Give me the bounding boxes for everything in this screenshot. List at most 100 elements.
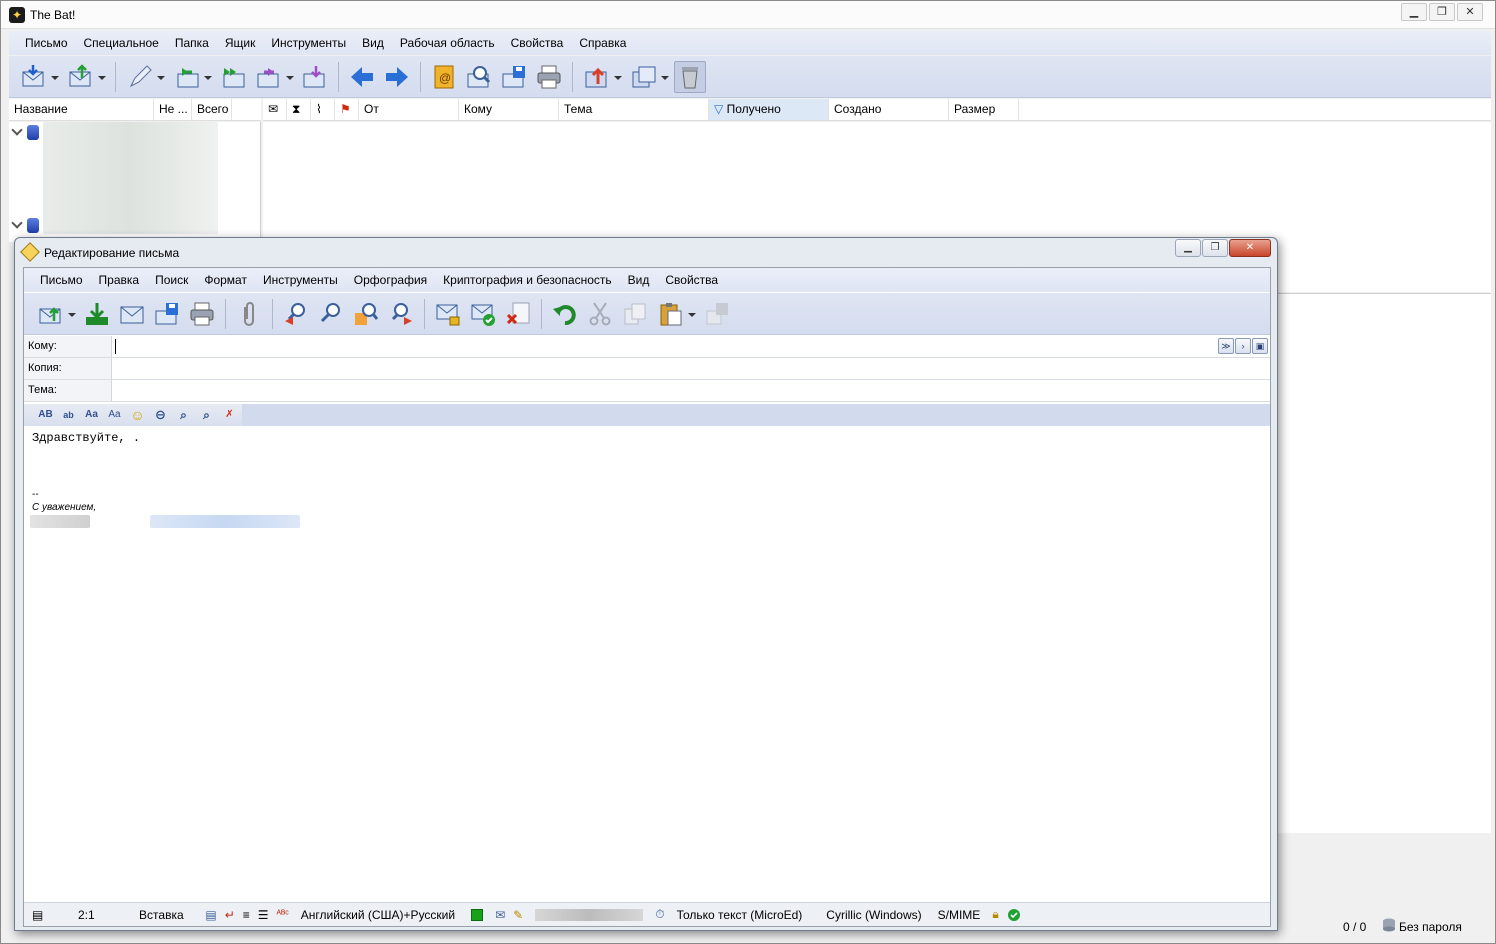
special-char-icon[interactable]: ⊖	[151, 406, 170, 424]
editor-menu-edit[interactable]: Правка	[91, 273, 148, 287]
save-draft-button[interactable]	[151, 298, 183, 330]
clear-format-icon[interactable]: ✗	[220, 406, 239, 424]
insert-mode[interactable]: Вставка	[121, 908, 201, 922]
charset[interactable]: Cyrillic (Windows)	[810, 908, 929, 922]
menu-folder[interactable]: Папка	[167, 36, 217, 50]
queue-button[interactable]	[81, 298, 113, 330]
column-name[interactable]: Название	[9, 99, 154, 120]
flag-mail-icon[interactable]: ✎	[509, 908, 527, 922]
close-button[interactable]: ✕	[1457, 3, 1483, 21]
to-input[interactable]	[112, 336, 1270, 357]
lowercase-button[interactable]: ab	[59, 406, 78, 424]
column-hourglass-icon[interactable]: ⧗	[287, 99, 311, 120]
cc-input[interactable]	[112, 358, 1270, 379]
reply-all-button[interactable]	[217, 61, 249, 93]
send-button[interactable]	[34, 298, 78, 330]
column-attachment-icon[interactable]: ⌇	[311, 99, 335, 120]
zoom-out-icon[interactable]: ⌕	[197, 406, 216, 424]
forward-button[interactable]	[252, 61, 296, 93]
new-message-button[interactable]	[123, 61, 167, 93]
page-icon[interactable]: ▤	[201, 908, 220, 922]
print-button[interactable]	[533, 61, 565, 93]
account-row[interactable]	[11, 216, 39, 234]
menu-help[interactable]: Справка	[571, 36, 634, 50]
message-body-editor[interactable]: Здравствуйте, . -- С уважением,	[24, 427, 1270, 897]
menu-workspace[interactable]: Рабочая область	[392, 36, 503, 50]
address-book-icon[interactable]: ▣	[1252, 338, 1268, 354]
find-next-button[interactable]	[385, 298, 417, 330]
remove-crypto-button[interactable]	[502, 298, 534, 330]
timer-icon[interactable]: ⏱	[651, 907, 668, 922]
lock-icon[interactable]: 🔒︎	[988, 907, 1002, 922]
maximize-button[interactable]: ❐	[1429, 3, 1455, 21]
save-disabled-button[interactable]	[701, 298, 733, 330]
find-button[interactable]	[315, 298, 347, 330]
previous-button[interactable]	[346, 61, 378, 93]
editor-menu-tools[interactable]: Инструменты	[255, 273, 346, 287]
minimize-button[interactable]: ▁	[1401, 3, 1427, 21]
editor-close-button[interactable]: ✕	[1229, 239, 1271, 257]
menu-view[interactable]: Вид	[354, 36, 392, 50]
justify-icon[interactable]: ☰	[254, 908, 273, 922]
editor-menu-letter[interactable]: Письмо	[32, 273, 91, 287]
uppercase-button[interactable]: AB	[36, 406, 55, 424]
align-icon[interactable]: ≡	[239, 908, 254, 922]
save-message-button[interactable]	[498, 61, 530, 93]
editor-menu-crypto[interactable]: Криптография и безопасность	[435, 273, 619, 287]
get-mail-button[interactable]	[17, 61, 61, 93]
editor-maximize-button[interactable]: ❐	[1202, 239, 1228, 257]
column-received[interactable]: ▽ Получено	[709, 99, 829, 120]
column-envelope-icon[interactable]: ✉	[263, 99, 287, 120]
column-size[interactable]: Размер	[949, 99, 1019, 120]
chevron-right-icon[interactable]: ›	[1235, 338, 1251, 354]
column-total[interactable]: Всего	[192, 99, 232, 120]
subject-input[interactable]	[112, 380, 1270, 401]
reply-button[interactable]	[170, 61, 214, 93]
column-unread[interactable]: Не ...	[154, 99, 192, 120]
column-to[interactable]: Кому	[459, 99, 559, 120]
find-button[interactable]	[463, 61, 495, 93]
editor-menu-spelling[interactable]: Орфография	[346, 273, 435, 287]
spell-language[interactable]: Английский (США)+Русский	[293, 908, 463, 922]
column-subject[interactable]: Тема	[559, 99, 709, 120]
editor-menu-search[interactable]: Поиск	[147, 273, 196, 287]
editor-minimize-button[interactable]: ▁	[1175, 239, 1201, 257]
postpone-button[interactable]	[116, 298, 148, 330]
editor-print-button[interactable]	[186, 298, 218, 330]
send-mail-button[interactable]	[64, 61, 108, 93]
menu-tools[interactable]: Инструменты	[263, 36, 354, 50]
cut-button[interactable]	[584, 298, 616, 330]
menu-mailbox[interactable]: Ящик	[217, 36, 264, 50]
undo-button[interactable]	[549, 298, 581, 330]
smiley-icon[interactable]: ☺	[128, 406, 147, 424]
chevron-down-icon[interactable]	[11, 217, 23, 229]
expand-fields-icon[interactable]: ≫	[1218, 338, 1234, 354]
delete-button[interactable]	[674, 60, 706, 93]
account-row[interactable]	[11, 123, 39, 141]
find-prev-button[interactable]	[280, 298, 312, 330]
replace-button[interactable]	[350, 298, 382, 330]
move-to-folder-button[interactable]	[580, 61, 624, 93]
encrypt-button[interactable]	[432, 298, 464, 330]
wrap-icon[interactable]: ↵	[221, 908, 239, 922]
column-from[interactable]: От	[359, 99, 459, 120]
address-book-button[interactable]: @	[428, 61, 460, 93]
editor-menu-view[interactable]: Вид	[620, 273, 658, 287]
zoom-in-icon[interactable]: ⌕	[174, 406, 193, 424]
menu-letter[interactable]: Письмо	[17, 36, 76, 50]
security-mode[interactable]: S/MIME	[930, 908, 989, 922]
next-button[interactable]	[381, 61, 413, 93]
menu-properties[interactable]: Свойства	[503, 36, 572, 50]
capitalize-button[interactable]: Aa	[105, 406, 124, 424]
editor-menu-format[interactable]: Формат	[196, 273, 255, 287]
column-created[interactable]: Создано	[829, 99, 949, 120]
toggle-case-button[interactable]: Aa	[82, 406, 101, 424]
receipt-icon[interactable]: ✉	[491, 908, 509, 922]
copy-button[interactable]	[619, 298, 651, 330]
redirect-button[interactable]	[299, 61, 331, 93]
spellcheck-icon[interactable]: ᴬᴮᶜ	[273, 909, 293, 920]
sign-button[interactable]	[467, 298, 499, 330]
paste-button[interactable]	[654, 298, 698, 330]
menu-special[interactable]: Специальное	[76, 36, 167, 50]
text-format[interactable]: Только текст (MicroEd)	[669, 908, 811, 922]
